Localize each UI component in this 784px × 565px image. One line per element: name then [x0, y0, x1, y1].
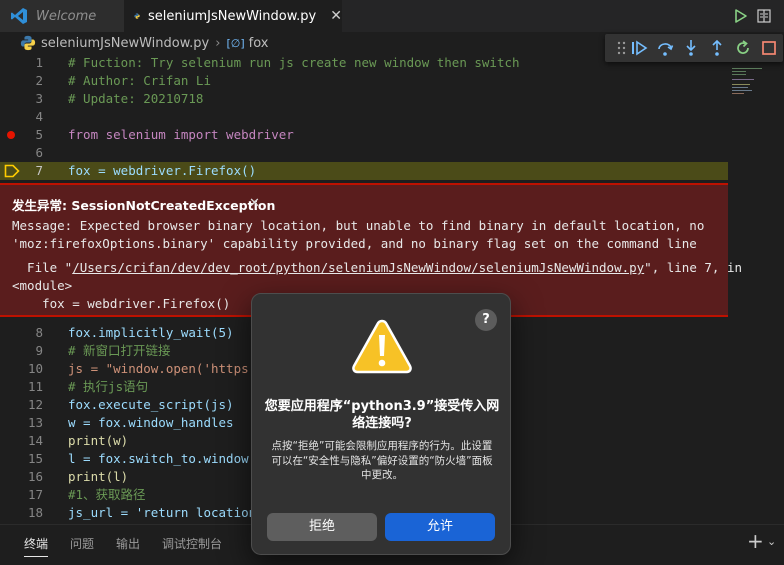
minimap[interactable]: [730, 66, 770, 96]
current-code-line: 7 fox = webdriver.Firefox(): [0, 162, 728, 180]
code-text: # 新窗口打开链接: [68, 343, 171, 358]
breadcrumb-separator: ›: [215, 35, 221, 51]
line-number: 4: [35, 109, 43, 124]
tab-terminal[interactable]: 终端: [24, 535, 49, 557]
breadcrumb-symbol[interactable]: fox: [249, 36, 269, 51]
code-line: 6: [0, 144, 728, 162]
line-number: 6: [35, 145, 43, 160]
code-text: w = fox.window_handles: [68, 415, 234, 430]
exception-close-icon[interactable]: ✕: [249, 196, 260, 211]
variable-symbol-icon: [∅]: [226, 36, 245, 50]
code-text: # Author: Crifan Li: [68, 73, 211, 88]
code-text: js_url = 'return location: [68, 505, 257, 520]
tab-selenium-file-label: seleniumJsNewWindow.py: [148, 8, 317, 24]
line-number: 17: [27, 487, 43, 502]
line-number: 8: [35, 325, 43, 340]
new-terminal-icon[interactable]: +: [747, 529, 764, 553]
exception-message-line: Message: Expected browser binary locatio…: [12, 218, 705, 233]
warning-icon: [352, 319, 412, 374]
allow-button[interactable]: 允许: [385, 513, 495, 541]
exception-message-line: 'moz:firefoxOptions.binary' capability p…: [12, 236, 697, 251]
line-number: 9: [35, 343, 43, 358]
line-number: 1: [35, 55, 43, 70]
code-text: l = fox.switch_to.window(w: [68, 451, 264, 466]
firewall-dialog: ? 您要应用程序“python3.9”接受传入网络连接吗? 点按“拒绝”可能会限…: [251, 293, 511, 555]
exception-title: 发生异常: SessionNotCreatedException: [12, 198, 276, 213]
line-number: 16: [27, 469, 43, 484]
code-text: print(w): [68, 433, 129, 448]
vscode-logo-icon: [11, 8, 27, 24]
code-text: # Fuction: Try selenium run js create ne…: [68, 55, 520, 70]
traceback-suffix: ", line 7, in: [644, 260, 743, 275]
line-number: 2: [35, 73, 43, 88]
line-number: 18: [27, 505, 43, 520]
code-text: print(l): [68, 469, 129, 484]
tab-selenium-file[interactable]: seleniumJsNewWindow.py ✕: [124, 0, 342, 32]
code-text: from selenium import webdriver: [68, 127, 294, 142]
code-text: # Update: 20210718: [68, 91, 204, 106]
code-text: fox.implicitly_wait(5): [68, 325, 234, 340]
line-number: 10: [27, 361, 43, 376]
exception-traceback-line: File "/Users/crifan/dev/dev_root/python/…: [12, 259, 742, 277]
line-number: 13: [27, 415, 43, 430]
chevron-down-icon[interactable]: ⌄: [767, 535, 776, 548]
editor-tab-bar: Welcome seleniumJsNewWindow.py ✕: [0, 0, 784, 32]
code-line: 1 # Fuction: Try selenium run js create …: [0, 54, 728, 72]
dialog-message: 点按“拒绝”可能会限制应用程序的行为。此设置可以在“安全性与隐私”偏好设置的“防…: [271, 440, 493, 481]
stop-icon[interactable]: [760, 39, 778, 57]
traceback-file-link[interactable]: /Users/crifan/dev/dev_root/python/seleni…: [72, 260, 644, 275]
python-file-icon: [134, 13, 140, 19]
code-line: 2 # Author: Crifan Li: [0, 72, 728, 90]
line-number: 11: [27, 379, 43, 394]
deny-button[interactable]: 拒绝: [267, 513, 377, 541]
line-number: 7: [35, 163, 43, 178]
tab-problems[interactable]: 问题: [70, 535, 94, 552]
code-text: fox.execute_script(js): [68, 397, 234, 412]
restart-icon[interactable]: [734, 39, 752, 57]
run-play-icon[interactable]: [733, 7, 749, 25]
tab-output[interactable]: 输出: [116, 535, 140, 552]
code-line: 5 from selenium import webdriver: [0, 126, 728, 144]
breadcrumb: seleniumJsNewWindow.py › [∅] fox: [0, 32, 600, 54]
line-number: 14: [27, 433, 43, 448]
line-number: 15: [27, 451, 43, 466]
code-line: 3 # Update: 20210718: [0, 90, 728, 108]
python-file-icon: [20, 35, 36, 51]
help-button[interactable]: ?: [475, 309, 497, 331]
code-text: js = "window.open('https:: [68, 361, 257, 376]
dialog-title: 您要应用程序“python3.9”接受传入网络连接吗?: [264, 399, 500, 431]
tab-welcome[interactable]: Welcome: [0, 0, 124, 32]
traceback-prefix: File ": [12, 260, 73, 275]
line-number: 5: [35, 127, 43, 142]
breadcrumb-file[interactable]: seleniumJsNewWindow.py: [41, 36, 209, 51]
code-line: 4: [0, 108, 728, 126]
code-text: fox = webdriver.Firefox(): [68, 163, 257, 178]
tab-welcome-label: Welcome: [36, 8, 97, 24]
code-text: # 执行js语句: [68, 379, 149, 394]
tab-debug-console[interactable]: 调试控制台: [162, 535, 222, 552]
line-number: 12: [27, 397, 43, 412]
tab-close-icon[interactable]: ✕: [330, 8, 342, 24]
code-text: #1、获取路径: [68, 487, 146, 502]
line-number: 3: [35, 91, 43, 106]
split-editor-icon[interactable]: [756, 7, 772, 25]
